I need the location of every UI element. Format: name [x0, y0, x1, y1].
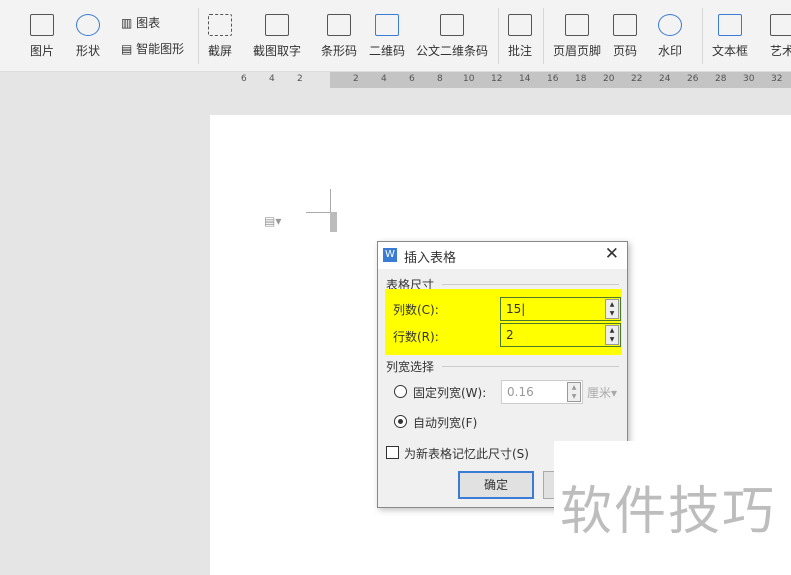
rows-spinner[interactable]: ▲ ▼: [605, 325, 619, 345]
ruler[interactable]: 642 2 4 6 8 10 12 14 16 18 20 22 24 26 28 30 32: [0, 72, 791, 88]
chart-button[interactable]: ▥ 图表: [121, 14, 160, 31]
watermark-icon: [658, 14, 682, 36]
fixed-width-label: 固定列宽(W):: [413, 386, 487, 400]
width-group-label: 列宽选择: [386, 360, 435, 374]
fixed-width-radio[interactable]: [394, 385, 407, 398]
paragraph-icon[interactable]: ▤▾: [264, 214, 281, 228]
barcode-icon: [327, 14, 351, 36]
ribbon-toolbar: 图片 形状 ▥ 图表 ▤ 智能图形 截屏 截图取字 条形码 二维码 公文二维条码…: [0, 0, 791, 72]
barcode-button[interactable]: 条形码: [321, 14, 357, 59]
rows-input[interactable]: 2 ▲ ▼: [500, 323, 621, 347]
text-capture-icon: [265, 14, 289, 36]
auto-width-label: 自动列宽(F): [413, 416, 478, 430]
unit-select[interactable]: 厘米▾: [587, 384, 617, 401]
header-footer-icon: [565, 14, 589, 36]
page-number-icon: [613, 14, 637, 36]
remember-size-label: 为新表格记忆此尺寸(S): [404, 447, 529, 461]
textbox-button[interactable]: 文本框: [712, 14, 748, 59]
auto-width-radio[interactable]: [394, 415, 407, 428]
cols-input[interactable]: 15| ▲ ▼: [500, 297, 621, 321]
qrcode-button[interactable]: 二维码: [369, 14, 405, 59]
picture-icon: [30, 14, 54, 36]
art-text-button[interactable]: 艺术: [770, 14, 791, 59]
shape-icon: [76, 14, 100, 36]
ocr-button[interactable]: 截图取字: [253, 14, 301, 59]
picture-button[interactable]: 图片: [30, 14, 54, 59]
textbox-icon: [718, 14, 742, 36]
watermark-button[interactable]: 水印: [658, 14, 682, 59]
wps-writer-icon: W: [383, 248, 397, 262]
shape-button[interactable]: 形状: [76, 14, 100, 59]
comment-button[interactable]: 批注: [508, 14, 532, 59]
doc-qr-button[interactable]: 公文二维条码: [416, 14, 488, 59]
cols-label: 列数(C):: [393, 303, 439, 317]
qrcode-icon: [375, 14, 399, 36]
fixed-width-input[interactable]: 0.16 ▲ ▼: [501, 380, 583, 404]
dialog-titlebar: W 插入表格 ✕: [378, 242, 627, 269]
ok-button[interactable]: 确定: [458, 471, 534, 499]
smartart-button[interactable]: ▤ 智能图形: [121, 40, 184, 57]
close-button[interactable]: ✕: [605, 244, 619, 264]
remember-size-checkbox[interactable]: [386, 446, 399, 459]
screenshot-button[interactable]: 截屏: [208, 14, 232, 59]
doc-barcode-icon: [440, 14, 464, 36]
header-footer-button[interactable]: 页眉页脚: [553, 14, 601, 59]
comment-icon: [508, 14, 532, 36]
art-text-icon: [770, 14, 791, 36]
cols-spinner[interactable]: ▲ ▼: [605, 299, 619, 319]
text-cursor: [330, 212, 337, 232]
page-number-button[interactable]: 页码: [613, 14, 637, 59]
scissors-icon: [208, 14, 232, 36]
watermark-overlay: 软件技巧: [554, 441, 791, 559]
rows-label: 行数(R):: [393, 330, 439, 344]
